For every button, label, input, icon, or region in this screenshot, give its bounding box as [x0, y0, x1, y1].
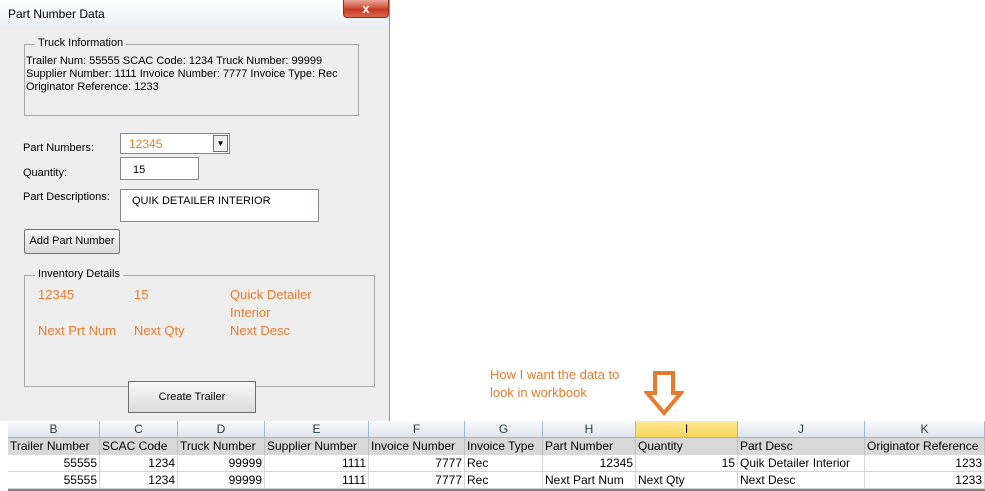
part-numbers-value: 12345	[129, 137, 163, 151]
table-cell[interactable]: Quik Detailer Interior	[738, 455, 865, 472]
column-header-g[interactable]: G	[465, 421, 543, 438]
inventory-quantity: 15	[134, 287, 149, 302]
chevron-down-icon: ▼	[216, 139, 225, 148]
header-cell[interactable]: Invoice Type	[465, 438, 543, 455]
column-header-b[interactable]: B	[8, 421, 100, 438]
dialog-body: Truck Information Trailer Num: 55555 SCA…	[8, 28, 389, 421]
column-header-d[interactable]: D	[178, 421, 265, 438]
inventory-part-number: Next Prt Num	[38, 323, 117, 338]
truck-information-legend: Truck Information	[35, 37, 127, 49]
quantity-input[interactable]: 15	[120, 157, 199, 180]
table-cell[interactable]: Next Desc	[738, 472, 865, 489]
title-bar[interactable]: Part Number Data x	[0, 0, 389, 28]
table-cell[interactable]: 7777	[369, 455, 465, 472]
header-cell[interactable]: Part Desc	[738, 438, 865, 455]
close-icon: x	[362, 1, 370, 16]
table-cell[interactable]: 1233	[865, 472, 985, 489]
header-cell[interactable]: Originator Reference	[865, 438, 985, 455]
table-cell[interactable]: Rec	[465, 455, 543, 472]
table-cell[interactable]: Next Qty	[636, 472, 738, 489]
part-descriptions-label: Part Descriptions:	[23, 191, 110, 203]
table-cell[interactable]: 99999	[178, 455, 265, 472]
part-numbers-label: Part Numbers:	[23, 142, 94, 154]
header-cell[interactable]: Part Number	[543, 438, 636, 455]
window-title: Part Number Data	[8, 7, 105, 21]
column-header-k[interactable]: K	[865, 421, 985, 438]
add-part-number-button[interactable]: Add Part Number	[24, 229, 120, 254]
table-cell[interactable]: 1111	[265, 472, 369, 489]
table-cell[interactable]: 1234	[100, 472, 178, 489]
header-cell[interactable]: Supplier Number	[265, 438, 369, 455]
annotation-text: How I want the data to look in workbook	[490, 367, 620, 400]
arrow-down-icon	[644, 371, 684, 416]
table-cell[interactable]: Next Part Num	[543, 472, 636, 489]
header-cell[interactable]: Truck Number	[178, 438, 265, 455]
truck-information-frame: Truck Information Trailer Num: 55555 SCA…	[24, 37, 359, 116]
inventory-details-frame: Inventory Details 12345 15 Quick Detaile…	[24, 268, 375, 387]
header-cell[interactable]: Quantity	[636, 438, 738, 455]
inventory-description: Next Desc	[230, 323, 290, 338]
table-cell[interactable]: 55555	[8, 455, 100, 472]
table-cell[interactable]: 55555	[8, 472, 100, 489]
inventory-part-number: 12345	[38, 287, 75, 302]
table-cell[interactable]: 1233	[865, 455, 985, 472]
part-descriptions-input[interactable]: QUIK DETAILER INTERIOR	[120, 189, 319, 222]
part-numbers-dropdown[interactable]: 12345 ▼	[120, 133, 230, 154]
column-header-e[interactable]: E	[265, 421, 369, 438]
quantity-label: Quantity:	[23, 167, 68, 179]
column-header-f[interactable]: F	[369, 421, 465, 438]
create-trailer-button[interactable]: Create Trailer	[128, 381, 256, 413]
column-header-j[interactable]: J	[738, 421, 865, 438]
dropdown-button[interactable]: ▼	[213, 135, 228, 152]
truck-information-text: Trailer Num: 55555 SCAC Code: 1234 Truck…	[26, 55, 338, 93]
table-cell[interactable]: 12345	[543, 455, 636, 472]
inventory-details-legend: Inventory Details	[35, 268, 123, 280]
inventory-quantity: Next Qty	[134, 323, 185, 338]
close-button[interactable]: x	[343, 0, 389, 18]
table-cell[interactable]: 99999	[178, 472, 265, 489]
part-number-dialog: Part Number Data x Truck Information Tra…	[0, 0, 390, 421]
column-header-c[interactable]: C	[100, 421, 178, 438]
header-cell[interactable]: Invoice Number	[369, 438, 465, 455]
table-cell[interactable]: 1234	[100, 455, 178, 472]
header-cell[interactable]: SCAC Code	[100, 438, 178, 455]
table-cell[interactable]: Rec	[465, 472, 543, 489]
inventory-description: Quick Detailer Interior	[230, 287, 312, 320]
column-header-i[interactable]: I	[636, 421, 738, 438]
column-header-h[interactable]: H	[543, 421, 636, 438]
spreadsheet: B C D E F G H I J K Trailer Number SCAC …	[8, 421, 985, 491]
table-cell[interactable]: 1111	[265, 455, 369, 472]
table-cell[interactable]: 7777	[369, 472, 465, 489]
header-cell[interactable]: Trailer Number	[8, 438, 100, 455]
table-cell[interactable]: 15	[636, 455, 738, 472]
